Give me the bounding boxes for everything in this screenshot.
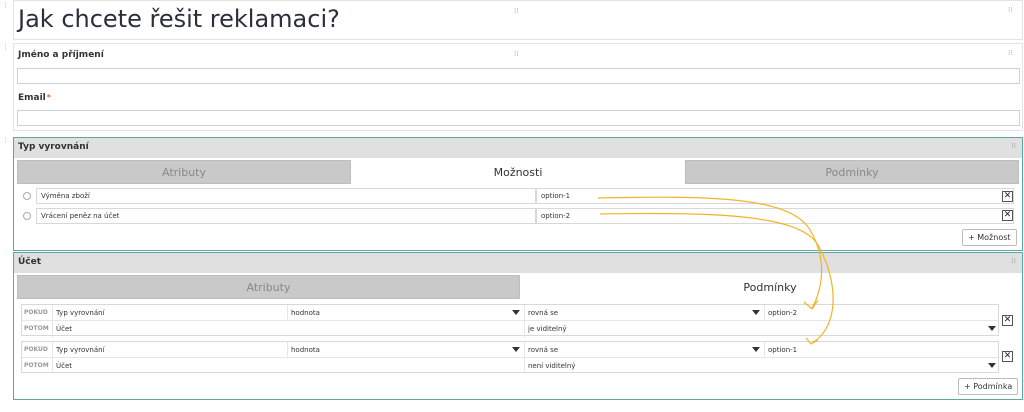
option-label-input[interactable]: Výměna zboží bbox=[36, 188, 536, 204]
add-condition-button[interactable]: + Podmínka bbox=[958, 378, 1019, 395]
condition-item: POKUD Typ vyrovnání hodnota rovná se opt… bbox=[21, 304, 999, 337]
title-block: Jak chcete řešit reklamaci? ⁞⁞ ⁞⁞ bbox=[13, 0, 1023, 40]
drag-handle-icon[interactable]: ⋮ bbox=[2, 137, 10, 149]
condition-operator-select[interactable]: rovná se bbox=[524, 305, 764, 321]
panel-title: Typ vyrovnání bbox=[18, 142, 89, 152]
tab-atributy[interactable]: Atributy bbox=[17, 275, 520, 299]
settlement-type-panel: Typ vyrovnání ⁞⁞ Atributy Možnosti Podmí… bbox=[13, 137, 1023, 251]
condition-if-row: POKUD Typ vyrovnání hodnota rovná se opt… bbox=[22, 342, 998, 358]
remove-option-button[interactable]: ✕ bbox=[1002, 191, 1013, 202]
chevron-down-icon bbox=[988, 363, 996, 368]
chevron-down-icon bbox=[512, 310, 520, 315]
tab-podminky[interactable]: Podmínky bbox=[685, 160, 1019, 184]
remove-option-button[interactable]: ✕ bbox=[1002, 210, 1013, 221]
contact-fields-block: ⁞⁞ ⁞⁞ Jméno a příjmení Email* bbox=[13, 43, 1023, 131]
account-panel: Účet ⁞⁞ Atributy Podmínky POKUD Typ vyro… bbox=[13, 252, 1023, 400]
drag-indicator-icon: ⁞⁞ bbox=[1008, 49, 1013, 57]
drag-handle-icon[interactable]: ⋮ bbox=[2, 2, 10, 14]
drag-indicator-icon: ⁞⁞ bbox=[1011, 142, 1016, 150]
action-select[interactable]: není viditelný bbox=[524, 358, 1000, 374]
page-title: Jak chcete řešit reklamaci? bbox=[18, 5, 340, 33]
condition-then-row: POTOM Účet není viditelný bbox=[22, 358, 998, 374]
option-value-input[interactable]: option-2 bbox=[536, 208, 1014, 224]
condition-attribute-select[interactable]: hodnota bbox=[287, 305, 524, 321]
radio-button[interactable] bbox=[23, 192, 31, 200]
condition-field[interactable]: Typ vyrovnání bbox=[52, 305, 287, 321]
condition-value-input[interactable]: option-2 bbox=[764, 305, 1000, 321]
condition-item: POKUD Typ vyrovnání hodnota rovná se opt… bbox=[21, 341, 999, 374]
tab-moznosti[interactable]: Možnosti bbox=[351, 160, 685, 184]
radio-button[interactable] bbox=[23, 212, 31, 220]
add-option-button[interactable]: + Možnost bbox=[962, 229, 1017, 246]
action-field[interactable]: Účet bbox=[52, 358, 524, 374]
action-field[interactable]: Účet bbox=[52, 321, 524, 337]
list-item: Vrácení peněz na účet option-2 bbox=[20, 208, 1019, 224]
option-value-input[interactable]: option-1 bbox=[536, 188, 1014, 204]
tab-atributy[interactable]: Atributy bbox=[17, 160, 351, 184]
drag-handle-icon[interactable]: ⋮ bbox=[2, 44, 10, 56]
drag-indicator-icon: ⁞⁞ bbox=[1008, 6, 1013, 14]
condition-attribute-select[interactable]: hodnota bbox=[287, 342, 524, 358]
required-mark: * bbox=[46, 93, 51, 102]
name-input[interactable] bbox=[17, 68, 1020, 84]
then-keyword: POTOM bbox=[24, 325, 49, 332]
tab-bar: Atributy Možnosti Podmínky bbox=[17, 160, 1019, 184]
if-keyword: POKUD bbox=[24, 309, 48, 316]
tab-bar: Atributy Podmínky bbox=[17, 275, 1020, 299]
condition-field[interactable]: Typ vyrovnání bbox=[52, 342, 287, 358]
panel-header: Typ vyrovnání ⁞⁞ bbox=[14, 138, 1022, 158]
email-input[interactable] bbox=[17, 110, 1020, 126]
remove-condition-button[interactable]: ✕ bbox=[1002, 315, 1013, 326]
drag-indicator-icon: ⁞⁞ bbox=[514, 50, 519, 58]
panel-header: Účet ⁞⁞ bbox=[14, 253, 1022, 273]
name-field-label: Jméno a příjmení bbox=[18, 50, 104, 60]
option-label-input[interactable]: Vrácení peněz na účet bbox=[36, 208, 536, 224]
action-select[interactable]: je viditelný bbox=[524, 321, 1000, 337]
then-keyword: POTOM bbox=[24, 362, 49, 369]
drag-indicator-icon: ⁞⁞ bbox=[514, 7, 519, 15]
drag-indicator-icon: ⁞⁞ bbox=[1011, 257, 1016, 265]
chevron-down-icon bbox=[752, 310, 760, 315]
panel-title: Účet bbox=[18, 257, 42, 267]
condition-value-input[interactable]: option-1 bbox=[764, 342, 1000, 358]
list-item: Výměna zboží option-1 bbox=[20, 188, 1019, 204]
tab-podminky[interactable]: Podmínky bbox=[520, 275, 1020, 299]
chevron-down-icon bbox=[988, 326, 996, 331]
chevron-down-icon bbox=[512, 347, 520, 352]
condition-operator-select[interactable]: rovná se bbox=[524, 342, 764, 358]
email-field-label: Email* bbox=[18, 93, 51, 103]
condition-if-row: POKUD Typ vyrovnání hodnota rovná se opt… bbox=[22, 305, 998, 321]
chevron-down-icon bbox=[752, 347, 760, 352]
if-keyword: POKUD bbox=[24, 346, 48, 353]
remove-condition-button[interactable]: ✕ bbox=[1002, 351, 1013, 362]
condition-then-row: POTOM Účet je viditelný bbox=[22, 321, 998, 337]
